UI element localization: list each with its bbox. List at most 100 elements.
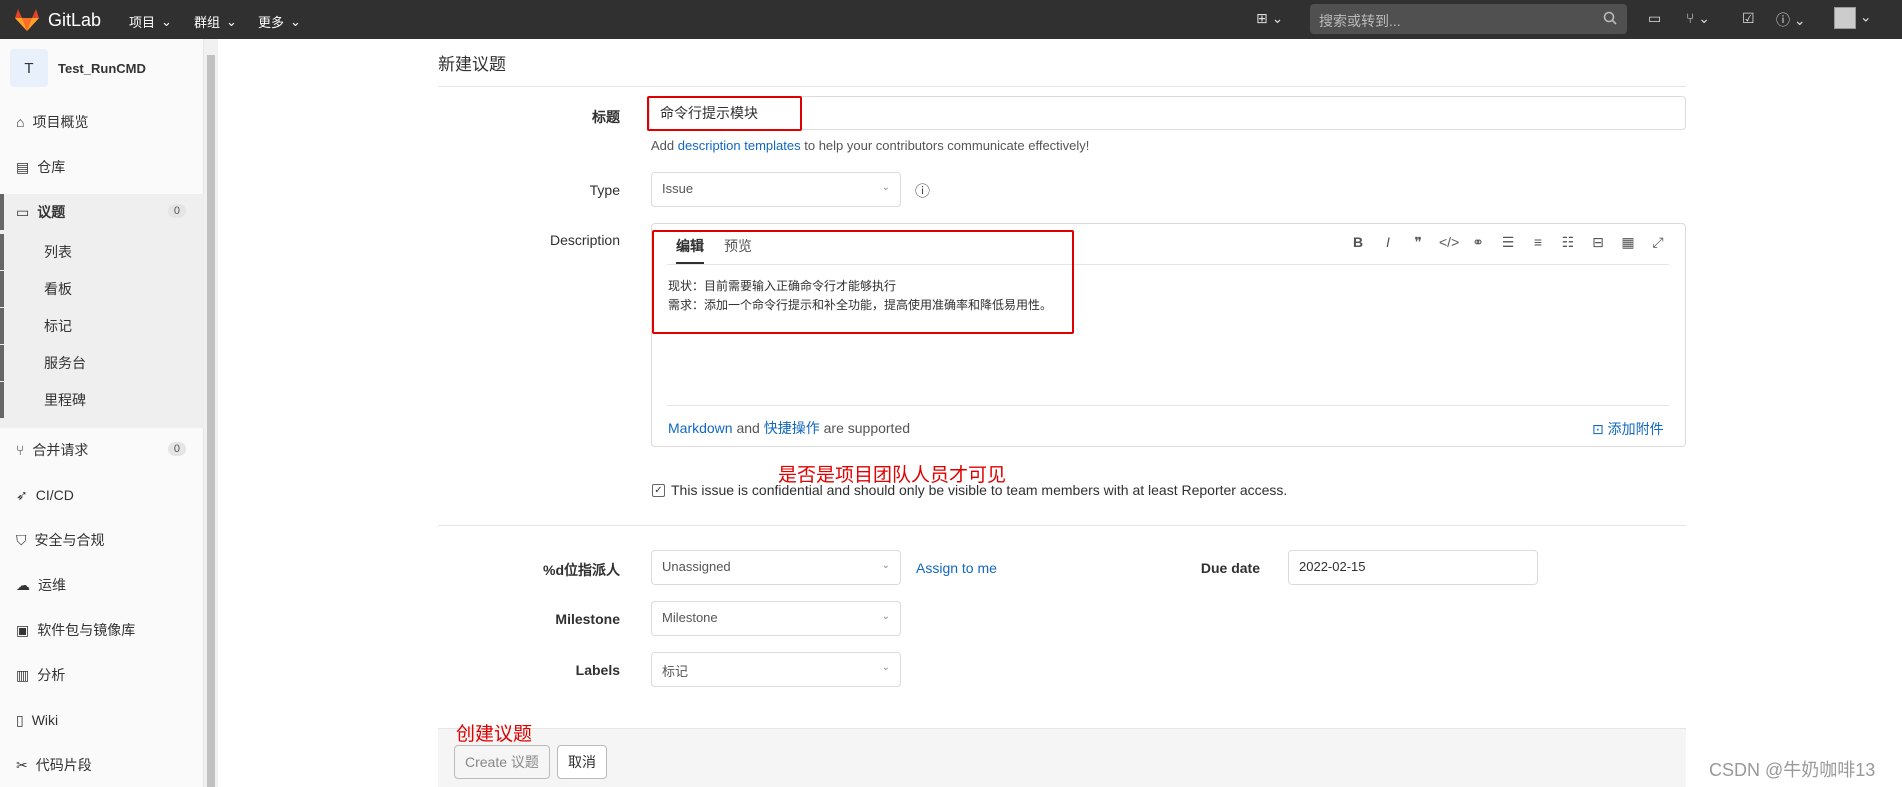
bullet-list-icon[interactable]: ☰ [1499, 234, 1517, 251]
chevron-down-icon: ⌄ [881, 662, 890, 673]
milestone-label: Milestone [555, 611, 620, 627]
brand-name: GitLab [48, 9, 102, 30]
description-label: Description [549, 232, 620, 248]
sidebar-subitem-milestones[interactable]: 里程碑 [0, 382, 204, 418]
sidebar-item-label: 仓库 [37, 159, 66, 175]
sidebar-subitem-label: 看板 [44, 281, 72, 297]
markdown-hint: Markdown and 快捷操作 are supported [668, 418, 910, 438]
todo-icon[interactable]: ☑ [1742, 10, 1755, 27]
link-icon[interactable]: ⚭ [1469, 234, 1487, 251]
title-input[interactable]: 命令行提示模块 [649, 96, 1686, 130]
book-icon: ▯ [16, 711, 24, 728]
sidebar-item-packages[interactable]: ▣ 软件包与镜像库 [0, 612, 204, 648]
due-date-input[interactable]: 2022-02-15 [1288, 550, 1538, 585]
milestone-value: Milestone [662, 610, 718, 625]
nav-groups-label: 群组 [194, 15, 221, 30]
sidebar-item-operations[interactable]: ☁ 运维 [0, 567, 204, 603]
sidebar-item-label: 合并请求 [32, 442, 89, 458]
labels-label: Labels [575, 662, 620, 678]
sidebar-item-label: 运维 [38, 577, 66, 593]
sidebar-item-label: 议题 [37, 204, 66, 220]
hint-text: Add [651, 138, 675, 153]
assignee-label: %d位指派人 [543, 562, 620, 578]
milestone-select[interactable]: Milestone ⌄ [651, 601, 901, 636]
scissors-icon: ✂ [16, 756, 28, 773]
sidebar-subitem-boards[interactable]: 看板 [0, 271, 204, 307]
tanuki-icon [15, 9, 39, 31]
code-icon[interactable]: </> [1439, 234, 1459, 251]
sidebar-item-label: 安全与合规 [34, 532, 105, 548]
annotation-text: 创建议题 [456, 724, 533, 745]
sidebar-subitem-label: 里程碑 [44, 392, 86, 408]
labels-select[interactable]: 标记 ⌄ [651, 652, 901, 687]
issues-icon[interactable]: ▭ [1648, 10, 1661, 27]
chevron-down-icon: ⌄ [161, 13, 172, 29]
home-icon: ⌂ [16, 114, 25, 130]
attach-file-button[interactable]: ⊡ 添加附件 [1592, 419, 1664, 439]
nav-projects[interactable]: 项目 ⌄ [129, 12, 172, 31]
sidebar-scrollbar-thumb[interactable] [207, 55, 215, 787]
search-icon [1603, 11, 1617, 25]
sidebar-subitem-list[interactable]: 列表 [0, 234, 204, 270]
sidebar-item-issues[interactable]: ▭ 议题 0 [0, 194, 204, 230]
description-templates-hint: Add description templates to help your c… [651, 138, 1089, 153]
sidebar-subitem-label: 服务台 [44, 355, 86, 371]
plus-square-icon[interactable]: ⊞ ⌄ [1256, 10, 1283, 27]
assignee-value: Unassigned [662, 559, 731, 574]
sidebar-subitem-service-desk[interactable]: 服务台 [0, 345, 204, 381]
bold-icon[interactable]: B [1349, 234, 1367, 251]
quick-actions-link[interactable]: 快捷操作 [764, 420, 820, 436]
due-date-label: Due date [1200, 560, 1260, 576]
help-icon[interactable]: ⓘ ⌄ [1776, 10, 1806, 30]
sidebar-subitem-label: 标记 [44, 318, 72, 334]
sidebar-item-wiki[interactable]: ▯ Wiki [0, 702, 204, 738]
description-templates-link[interactable]: description templates [678, 138, 801, 153]
attach-label: 添加附件 [1607, 421, 1664, 437]
issues-count-badge: 0 [167, 204, 186, 218]
merge-request-icon: ⑂ [16, 442, 25, 458]
chevron-down-icon: ⌄ [290, 13, 301, 29]
task-list-icon[interactable]: ☷ [1559, 234, 1577, 251]
sidebar-item-merge-requests[interactable]: ⑂ 合并请求 0 [0, 432, 204, 468]
search-input[interactable]: 搜索或转到... [1310, 4, 1627, 34]
assignee-select[interactable]: Unassigned ⌄ [651, 550, 901, 585]
question-circle-icon[interactable]: ⓘ [915, 180, 930, 201]
sidebar-subitem-labels[interactable]: 标记 [0, 308, 204, 344]
fullscreen-icon[interactable]: ⤢ [1649, 234, 1667, 251]
type-select[interactable]: Issue ⌄ [651, 172, 901, 207]
italic-icon[interactable]: I [1379, 234, 1397, 251]
sidebar-item-analytics[interactable]: ▥ 分析 [0, 657, 204, 693]
collapsible-icon[interactable]: ⊟ [1589, 234, 1607, 251]
assign-to-me-link[interactable]: Assign to me [916, 560, 997, 576]
confidential-checkbox[interactable]: ✓ [652, 484, 665, 497]
type-label: Type [589, 182, 620, 198]
labels-value: 标记 [662, 664, 689, 679]
sidebar-project[interactable]: T Test_RunCMD [10, 49, 146, 87]
sidebar-item-cicd[interactable]: ➶ CI/CD [0, 477, 204, 513]
rocket-icon: ➶ [16, 486, 28, 503]
sidebar-item-repository[interactable]: ▤ 仓库 [0, 149, 204, 185]
chevron-down-icon: ⌄ [881, 182, 890, 193]
cancel-button[interactable]: 取消 [557, 745, 607, 779]
create-issue-button[interactable]: Create 议题 [454, 745, 550, 779]
cloud-icon: ☁ [16, 576, 30, 593]
merge-request-icon[interactable]: ⑂ ⌄ [1686, 10, 1710, 27]
markdown-link[interactable]: Markdown [668, 420, 733, 436]
highlight-box [652, 230, 1074, 334]
table-icon[interactable]: ▦ [1619, 234, 1637, 251]
shield-icon: ⛉ [16, 531, 27, 548]
sidebar-item-snippets[interactable]: ✂ 代码片段 [0, 747, 204, 783]
sidebar-subitem-label: 列表 [44, 244, 72, 260]
sidebar-item-security[interactable]: ⛉ 安全与合规 [0, 522, 204, 558]
sidebar-item-label: CI/CD [35, 487, 74, 503]
nav-groups[interactable]: 群组 ⌄ [194, 12, 237, 31]
package-icon: ▣ [16, 621, 30, 638]
sidebar-item-label: 软件包与镜像库 [37, 622, 136, 638]
numbered-list-icon[interactable]: ≡ [1529, 234, 1547, 251]
user-avatar[interactable]: ⌄ [1834, 7, 1872, 29]
markdown-hint-supported: are supported [823, 420, 911, 436]
sidebar-item-overview[interactable]: ⌂ 项目概览 [0, 104, 204, 140]
quote-icon[interactable]: ❞ [1409, 234, 1427, 251]
gitlab-logo[interactable]: GitLab [14, 8, 101, 32]
nav-more[interactable]: 更多 ⌄ [258, 12, 301, 31]
